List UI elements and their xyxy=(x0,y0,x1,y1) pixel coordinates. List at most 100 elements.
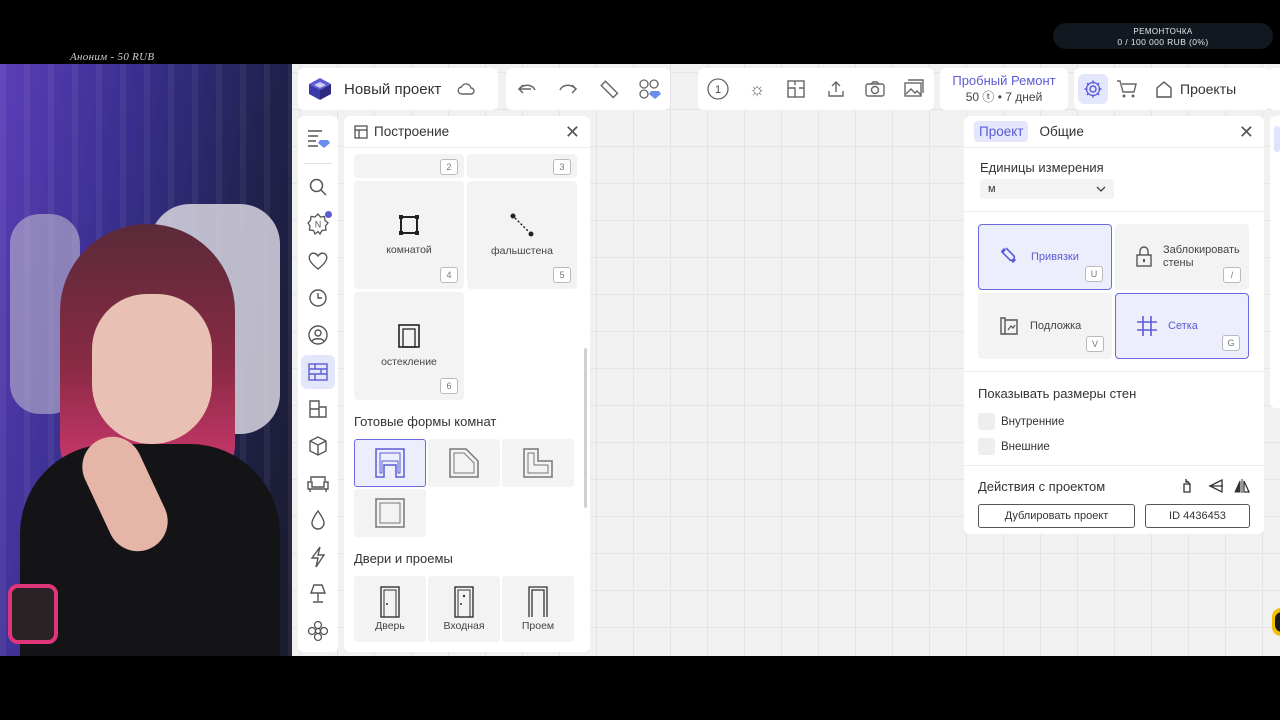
floorplan-icon[interactable] xyxy=(781,74,811,104)
underlay-toggle[interactable]: Подложка V xyxy=(978,293,1112,359)
projects-button[interactable]: Проекты xyxy=(1146,79,1236,99)
lock-icon xyxy=(1136,246,1152,267)
units-select[interactable]: м xyxy=(980,179,1114,199)
decor-flower-icon[interactable] xyxy=(301,614,335,648)
shortcut-key: 5 xyxy=(553,267,571,283)
electrics-bolt-icon[interactable] xyxy=(301,540,335,574)
goal-progress: 0 / 100 000 RUB (0%) xyxy=(1117,37,1209,47)
rooms-layout-icon[interactable] xyxy=(301,392,335,426)
close-icon[interactable]: ✕ xyxy=(1239,123,1254,141)
room-shape-square[interactable] xyxy=(354,489,426,537)
tool-glazing[interactable]: остекление 6 xyxy=(354,292,464,400)
tool-room[interactable]: комнатой 4 xyxy=(354,181,464,289)
outer-dims-label: Внешние xyxy=(1001,440,1050,453)
outer-dims-checkbox[interactable] xyxy=(978,438,995,455)
doors-grid: Дверь Входная Проем xyxy=(344,576,590,642)
level-number: 1 xyxy=(715,84,721,96)
lighting-icon[interactable]: ☼ xyxy=(742,74,772,104)
favorites-heart-icon[interactable] xyxy=(301,244,335,278)
build-walls-icon[interactable] xyxy=(301,355,335,389)
tool-label: остекление xyxy=(381,356,437,368)
ruler-icon[interactable] xyxy=(594,74,624,104)
menu-catalog-icon[interactable] xyxy=(301,122,335,156)
build-panel-scrollbar[interactable] xyxy=(584,348,587,508)
tool-false-wall[interactable]: фальшстена 5 xyxy=(467,181,577,289)
door-icon xyxy=(380,586,400,618)
project-actions-row: Действия с проектом xyxy=(964,465,1264,504)
units-value: м xyxy=(988,183,996,195)
opening-item[interactable]: Проем xyxy=(502,576,574,642)
glazing-icon xyxy=(398,324,420,348)
svg-text:N: N xyxy=(315,220,322,230)
tool-item-2[interactable]: 2 xyxy=(354,154,464,178)
inner-dims-checkbox[interactable] xyxy=(978,413,995,430)
trial-plan-badge[interactable]: Пробный Ремонт 50 ⓣ • 7 дней xyxy=(940,68,1068,110)
3d-box-icon[interactable] xyxy=(301,429,335,463)
collapsed-side-panel[interactable] xyxy=(1270,116,1280,408)
settings-gear-icon[interactable] xyxy=(1078,74,1108,104)
news-icon[interactable]: N xyxy=(301,207,335,241)
settings-tabs: Проект Общие ✕ xyxy=(964,116,1264,148)
export-icon[interactable] xyxy=(821,74,851,104)
tool-item-3[interactable]: 3 xyxy=(467,154,577,178)
doors-title: Двери и проемы xyxy=(354,551,453,566)
trial-plan-title: Пробный Ремонт xyxy=(952,73,1056,88)
gallery-icon[interactable] xyxy=(899,74,929,104)
table-grid-icon xyxy=(354,124,368,139)
project-settings-panel: Проект Общие ✕ Единицы измерения м Привя… xyxy=(964,116,1264,534)
trial-plan-details: 50 ⓣ • 7 дней xyxy=(965,90,1043,104)
level-indicator-icon[interactable]: 1 xyxy=(703,74,733,104)
entrance-door-item[interactable]: Входная xyxy=(428,576,500,642)
tab-general[interactable]: Общие xyxy=(1034,121,1088,142)
room-shape-l[interactable] xyxy=(502,439,574,487)
furniture-sofa-icon[interactable] xyxy=(301,466,335,500)
history-clock-icon[interactable] xyxy=(301,281,335,315)
room-shape-cut-corner[interactable] xyxy=(428,439,500,487)
project-title[interactable]: Новый проект xyxy=(344,81,441,98)
opening-icon xyxy=(528,586,548,617)
tab-project[interactable]: Проект xyxy=(974,121,1029,142)
snapping-toggle[interactable]: Привязки U xyxy=(978,224,1112,290)
shortcut-key: 2 xyxy=(440,159,458,175)
rotate-icon[interactable] xyxy=(1182,478,1198,494)
room-shape-notched[interactable] xyxy=(354,439,426,487)
cart-icon[interactable] xyxy=(1112,74,1142,104)
grid-toggle[interactable]: Сетка G xyxy=(1115,293,1249,359)
search-icon[interactable] xyxy=(301,170,335,204)
plumbing-drop-icon[interactable] xyxy=(301,503,335,537)
help-chat-button[interactable] xyxy=(1272,608,1280,636)
cloud-save-icon[interactable] xyxy=(451,74,481,104)
donation-alert: Аноним - 50 RUB xyxy=(70,51,155,63)
door-label: Дверь xyxy=(375,620,405,632)
undo-icon[interactable] xyxy=(512,74,542,104)
notification-dot xyxy=(325,211,332,218)
redo-icon[interactable] xyxy=(553,74,583,104)
inner-dims-label: Внутренние xyxy=(1001,415,1065,428)
inner-dims-row[interactable]: Внутренние xyxy=(964,409,1264,434)
shortcut-key: V xyxy=(1086,336,1104,352)
door-label: Входная xyxy=(443,620,485,632)
tool-label: комнатой xyxy=(386,244,432,256)
account-toolbar: Проекты xyxy=(1074,68,1270,110)
catalog-icon[interactable] xyxy=(635,74,665,104)
goal-title: РЕМОНТОЧКА xyxy=(1133,27,1193,36)
projects-label: Проекты xyxy=(1180,81,1237,97)
lamp-icon[interactable] xyxy=(301,577,335,611)
project-toolbar: Новый проект xyxy=(298,68,498,110)
wall-dimensions-label: Показывать размеры стен xyxy=(978,386,1137,401)
door-item[interactable]: Дверь xyxy=(354,576,426,642)
duplicate-project-button[interactable]: Дублировать проект xyxy=(978,504,1135,528)
flip-horizontal-icon[interactable] xyxy=(1208,478,1224,494)
profile-icon[interactable] xyxy=(301,318,335,352)
close-icon[interactable]: ✕ xyxy=(565,123,580,141)
home-icon xyxy=(1156,81,1172,98)
lock-walls-toggle[interactable]: Заблокировать стены / xyxy=(1115,224,1249,290)
units-label: Единицы измерения xyxy=(980,160,1104,175)
outer-dims-row[interactable]: Внешние xyxy=(964,434,1264,459)
flip-vertical-icon[interactable] xyxy=(1234,478,1250,494)
project-id-button[interactable]: ID 4436453 xyxy=(1145,504,1250,528)
view-toolbar: 1 ☼ xyxy=(698,68,934,110)
donation-goal: РЕМОНТОЧКА 0 / 100 000 RUB (0%) xyxy=(1053,23,1273,49)
build-panel: Построение ✕ 2 3 комнатой 4 фальшстена 5… xyxy=(344,116,590,652)
camera-icon[interactable] xyxy=(860,74,890,104)
